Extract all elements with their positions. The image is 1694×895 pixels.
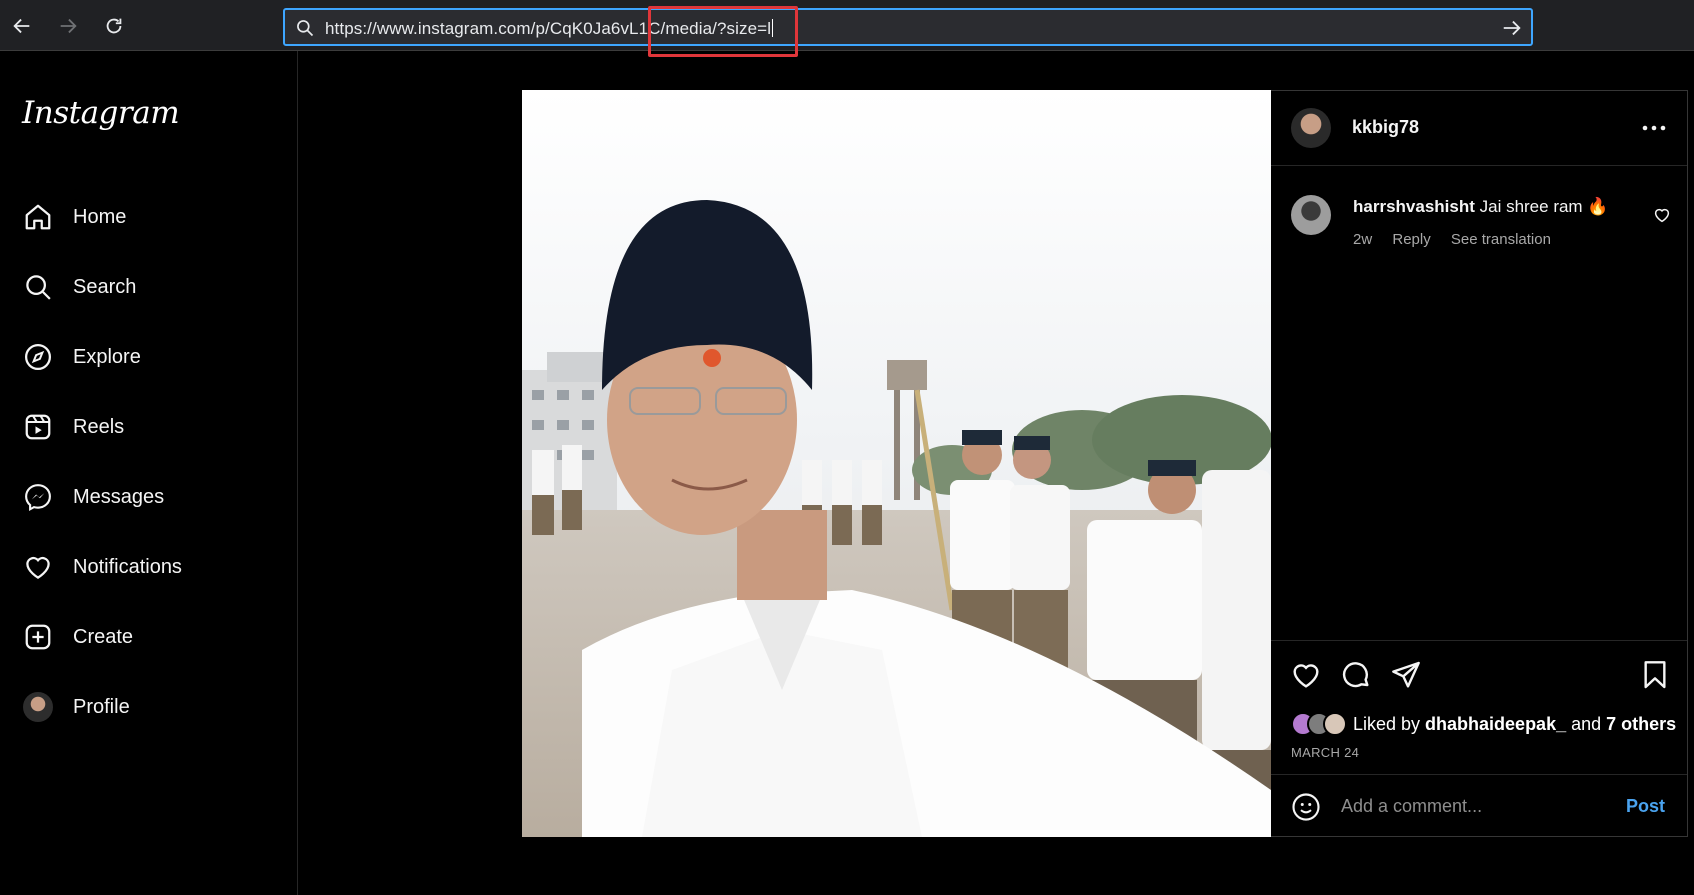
sidebar-item-label: Notifications [73,555,182,578]
liker-username[interactable]: dhabhaideepak_ [1425,714,1566,735]
liked-by-label: Liked by [1353,713,1421,734]
share-icon[interactable] [1390,659,1422,691]
search-icon [22,271,54,303]
go-arrow-icon[interactable] [1501,17,1523,39]
post-date: MARCH 24 [1291,745,1360,760]
sidebar-item-label: Profile [73,695,130,718]
plus-square-icon [22,621,54,653]
author-username[interactable]: kkbig78 [1352,117,1419,138]
heart-icon [22,551,54,583]
instagram-logo[interactable]: Instagram [22,95,180,131]
see-translation-link[interactable]: See translation [1451,231,1551,248]
comment-composer: Add a comment... Post [1271,774,1687,838]
sidebar-item-reels[interactable]: Reels [22,407,124,447]
post-photo [522,90,1271,837]
liked-and-label: and [1571,713,1602,734]
sidebar-item-label: Search [73,275,137,298]
comment-input[interactable]: Add a comment... [1341,796,1482,817]
search-icon [297,20,314,37]
reels-icon [22,411,54,443]
fire-emoji: 🔥 [1587,197,1609,216]
sidebar-item-label: Reels [73,415,125,438]
comment: harrshvashisht Jai shree ram 🔥 [1353,197,1609,217]
sidebar: Instagram Home Search Explore Reels Mess… [0,51,298,895]
comment-meta: 2w Reply See translation [1353,231,1567,248]
post-image[interactable] [522,90,1271,837]
post-header: kkbig78 [1271,91,1687,166]
comment-body: Jai shree ram [1474,197,1588,216]
liked-others-link[interactable]: 7 others [1606,714,1676,735]
liker-avatar [1323,712,1347,736]
comment-icon[interactable] [1340,659,1372,691]
reload-button[interactable] [100,12,128,40]
sidebar-item-notifications[interactable]: Notifications [22,547,182,587]
browser-toolbar: https://www.instagram.com/p/CqK0Ja6vL1C/… [0,0,1694,57]
more-options-icon[interactable] [1641,118,1667,138]
forward-arrow-icon [60,18,77,34]
messenger-icon [22,481,54,513]
commenter-username[interactable]: harrshvashisht [1353,197,1475,216]
reply-button[interactable]: Reply [1392,231,1430,248]
sidebar-item-label: Create [73,625,134,648]
emoji-icon[interactable] [1291,792,1321,822]
home-icon [22,201,54,233]
likes-summary: Liked by dhabhaideepak_ and 7 others [1291,711,1681,737]
post-details-panel: kkbig78 harrshvashisht Jai shree ram 🔥 2… [1271,90,1688,837]
comment-like-icon[interactable] [1653,206,1671,224]
annotation-highlight-box [648,6,798,57]
sidebar-item-explore[interactable]: Explore [22,337,141,377]
back-button[interactable] [8,12,36,40]
avatar [22,691,54,723]
back-arrow-icon [13,18,30,34]
commenter-avatar[interactable] [1291,195,1331,235]
sidebar-item-create[interactable]: Create [22,617,133,657]
sidebar-item-profile[interactable]: Profile [22,687,130,727]
comment-age: 2w [1353,231,1373,248]
bookmark-icon[interactable] [1639,659,1671,691]
sidebar-item-label: Explore [73,345,141,368]
address-bar[interactable]: https://www.instagram.com/p/CqK0Ja6vL1C/… [283,8,1533,46]
post-actions: Liked by dhabhaideepak_ and 7 others MAR… [1271,640,1687,837]
author-avatar[interactable] [1291,108,1331,148]
post-comment-button[interactable]: Post [1626,796,1665,817]
sidebar-item-label: Messages [73,485,165,508]
forward-button[interactable] [54,12,82,40]
sidebar-item-label: Home [73,205,127,228]
sidebar-item-search[interactable]: Search [22,267,136,307]
reload-icon [106,18,122,34]
sidebar-item-home[interactable]: Home [22,197,126,237]
compass-icon [22,341,54,373]
sidebar-item-messages[interactable]: Messages [22,477,164,517]
like-heart-icon[interactable] [1290,659,1322,691]
